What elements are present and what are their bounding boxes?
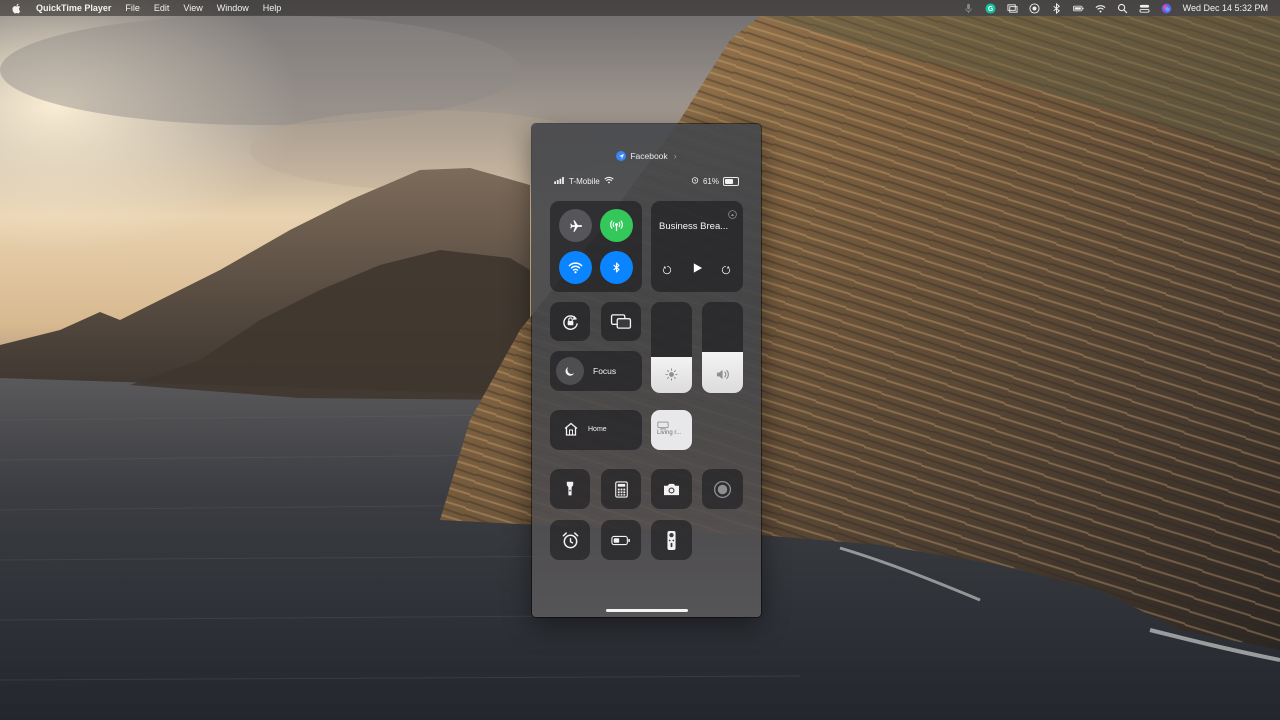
speaker-icon [702,367,743,381]
house-icon [563,421,579,437]
wifi-toggle[interactable] [559,251,592,284]
menu-help[interactable]: Help [263,0,282,16]
flashlight-button[interactable] [550,469,590,509]
current-app-indicator[interactable]: Facebook › [532,151,761,161]
remote-icon [651,520,692,560]
rotation-lock-icon [550,302,590,341]
camera-button[interactable] [651,469,692,509]
menu-file[interactable]: File [125,0,140,16]
screen-mirroring-button[interactable] [601,302,641,341]
bluetooth-icon [610,261,623,274]
focus-label: Focus [593,366,617,376]
battery-percentage: 61% [702,176,719,186]
phone-status-bar: T-Mobile 61% [554,175,739,187]
bluetooth-toggle[interactable] [600,251,633,284]
menu-bar: QuickTime Player File Edit View Window H… [0,0,1280,16]
airplay-icon[interactable] [728,206,737,219]
focus-button[interactable]: Focus [550,351,642,391]
calculator-icon [601,469,641,509]
low-power-battery-icon [601,520,641,560]
bluetooth-icon[interactable] [1051,2,1063,14]
apple-menu-icon[interactable] [12,3,24,14]
menubar-clock[interactable]: Wed Dec 14 5:32 PM [1183,3,1268,13]
menu-view[interactable]: View [183,0,202,16]
battery-icon[interactable] [1073,2,1085,14]
volume-slider[interactable] [702,302,743,393]
menu-window[interactable]: Window [217,0,249,16]
svg-text:G: G [988,5,993,12]
home-indicator-bar[interactable] [606,609,688,612]
skip-forward-button[interactable] [721,262,731,280]
orientation-lock-button[interactable] [550,302,590,341]
moon-icon [556,357,584,385]
mic-icon[interactable] [963,2,975,14]
calculator-button[interactable] [601,469,641,509]
wifi-icon[interactable] [1095,2,1107,14]
home-label: Home [588,426,607,433]
app-name-menu[interactable]: QuickTime Player [36,0,111,16]
screen-mirroring-icon [601,302,641,341]
location-arrow-icon [616,151,627,161]
grammarly-icon[interactable]: G [985,2,997,14]
home-button[interactable]: Home [550,410,642,450]
flashlight-icon [550,469,590,509]
chevron-right-icon: › [673,151,677,161]
screen-record-icon [702,469,743,509]
airplane-icon [569,219,583,233]
cellular-icon [609,218,624,233]
play-button[interactable] [692,261,703,279]
carrier-name: T-Mobile [569,176,600,186]
connectivity-tile[interactable] [550,201,642,292]
brightness-slider[interactable] [651,302,692,393]
alarm-status-icon [691,176,699,186]
record-icon[interactable] [1029,2,1041,14]
menu-edit[interactable]: Edit [154,0,170,16]
sun-icon [651,367,692,381]
now-playing-title: Business Brea... [659,221,729,232]
iphone-mirror-window: Facebook › T-Mobile 61% Business Brea...… [532,124,761,617]
current-app-name: Facebook [630,151,668,161]
alarm-button[interactable] [550,520,590,560]
now-playing-tile[interactable]: Business Brea... [651,201,743,292]
living-room-accessory[interactable]: Living r... [651,410,692,450]
screen-mirror-icon[interactable] [1007,2,1019,14]
cellular-signal-icon [554,176,565,186]
airplane-mode-toggle[interactable] [559,209,592,242]
skip-back-button[interactable] [662,262,672,280]
wifi-icon [568,260,583,275]
wifi-status-icon [603,176,614,186]
screen-recording-button[interactable] [702,469,743,509]
cellular-data-toggle[interactable] [600,209,633,242]
apple-tv-remote-button[interactable] [651,520,692,560]
search-icon[interactable] [1117,2,1129,14]
low-power-mode-button[interactable] [601,520,641,560]
alarm-clock-icon [550,520,590,560]
camera-icon [651,469,692,509]
battery-icon [723,176,739,186]
living-room-label: Living r... [657,430,682,436]
control-center-icon[interactable] [1139,2,1151,14]
siri-icon[interactable] [1161,2,1173,14]
